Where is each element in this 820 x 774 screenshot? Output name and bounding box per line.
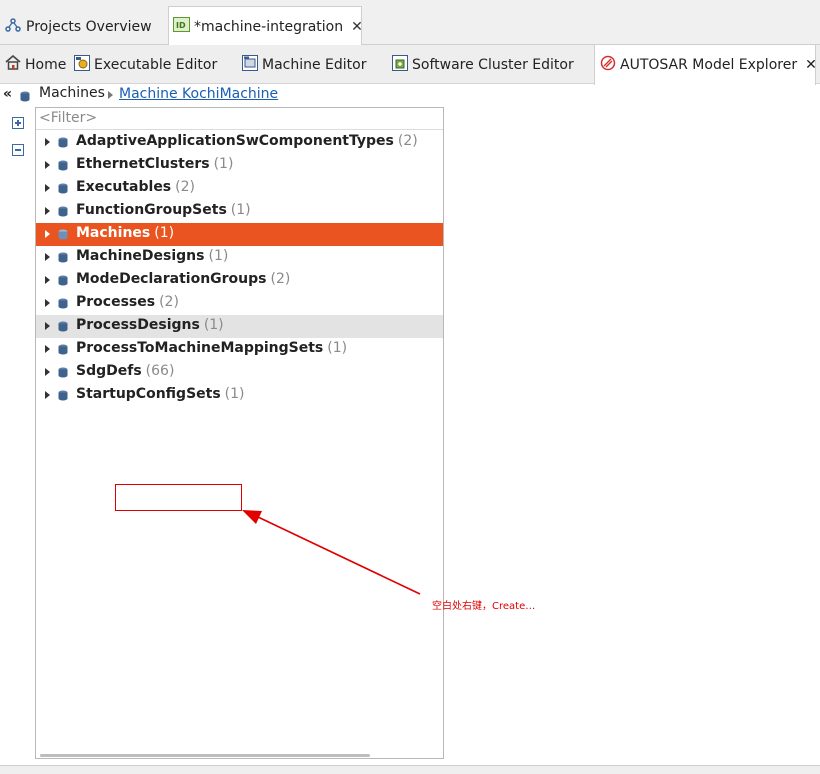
editor-tab-bar: Projects Overview ID *machine-integratio… [0, 0, 820, 46]
close-icon[interactable]: ✕ [351, 19, 363, 35]
expand-arrow-icon[interactable] [45, 276, 50, 284]
annotation-highlight-box [115, 484, 242, 511]
tree-item-label: StartupConfigSets [76, 386, 221, 402]
tab-label: Machine Editor [262, 56, 367, 73]
home-icon [5, 54, 21, 74]
package-icon [58, 252, 68, 263]
model-tree-panel[interactable]: <Filter> AdaptiveApplicationSwComponentT… [35, 107, 444, 759]
expand-arrow-icon[interactable] [45, 299, 50, 307]
package-icon [58, 321, 68, 332]
tree-item-count: (66) [145, 363, 175, 379]
filter-input[interactable]: <Filter> [36, 108, 443, 130]
package-icon [58, 367, 68, 378]
expand-arrow-icon[interactable] [45, 207, 50, 215]
machine-editor-icon [242, 54, 258, 75]
annotation-text: 空白处右键，Create… [432, 601, 536, 612]
executable-editor-icon [74, 54, 90, 75]
tree-item[interactable]: FunctionGroupSets (1) [36, 200, 443, 223]
expand-arrow-icon[interactable] [45, 253, 50, 261]
collapse-left-icon[interactable]: « [3, 86, 12, 102]
collapse-all-icon[interactable] [12, 144, 24, 156]
tab-software-cluster-editor[interactable]: Software Cluster Editor [392, 45, 574, 84]
view-tab-bar: Home Executable Editor Machine Editor So… [0, 45, 820, 85]
tree-item-count: (1) [230, 202, 251, 218]
tree-item-count: (2) [159, 294, 179, 310]
tree-item-label: SdgDefs [76, 363, 142, 379]
expand-arrow-icon[interactable] [45, 230, 50, 238]
package-icon [58, 390, 68, 401]
expand-arrow-icon[interactable] [45, 184, 50, 192]
expand-arrow-icon[interactable] [45, 391, 50, 399]
tree-item[interactable]: MachineDesigns (1) [36, 246, 443, 269]
tree-item[interactable]: Processes (2) [36, 292, 443, 315]
horizontal-scrollbar[interactable] [40, 754, 370, 757]
tab-autosar-model-explorer[interactable]: AUTOSAR Model Explorer ✕ [594, 45, 817, 85]
tree-item[interactable]: ProcessToMachineMappingSets (1) [36, 338, 443, 361]
tree-item-hovered[interactable]: ProcessDesigns (1) [36, 315, 443, 338]
tree-item-count: (2) [270, 271, 291, 287]
tree-item-label: ModeDeclarationGroups [76, 271, 267, 287]
tree-item[interactable]: StartupConfigSets (1) [36, 384, 443, 407]
expand-all-icon[interactable] [12, 117, 24, 129]
tree-item-count: (1) [224, 386, 245, 402]
tree-item-label: Processes [76, 294, 156, 310]
tree-item-count: (2) [397, 133, 418, 149]
package-icon [58, 229, 68, 240]
tree-item-count: (1) [208, 248, 229, 264]
expand-arrow-icon[interactable] [45, 322, 50, 330]
tree-item-count: (1) [203, 317, 224, 333]
package-icon [58, 183, 68, 194]
tab-label: Executable Editor [94, 56, 218, 73]
autosar-icon [600, 55, 616, 75]
package-icon [58, 298, 68, 309]
tree-item-label: MachineDesigns [76, 248, 205, 264]
tree-item[interactable]: EthernetClusters (1) [36, 154, 443, 177]
expand-arrow-icon[interactable] [45, 368, 50, 376]
tree-item-count: (2) [175, 179, 195, 195]
tree-item-label: Executables [76, 179, 172, 195]
tree-item-label: Machines [76, 225, 151, 241]
package-icon [58, 137, 68, 148]
tree-item-label: ProcessToMachineMappingSets [76, 340, 324, 356]
package-icon [58, 160, 68, 171]
tree-item[interactable]: AdaptiveApplicationSwComponentTypes (2) [36, 131, 443, 154]
package-icon [58, 344, 68, 355]
tree-item-label: ProcessDesigns [76, 317, 200, 333]
tab-label: AUTOSAR Model Explorer [620, 57, 798, 73]
tree-item-count: (1) [213, 156, 234, 172]
integration-icon: ID [173, 17, 190, 36]
tree-item[interactable]: SdgDefs (66) [36, 361, 443, 384]
tab-machine-integration[interactable]: ID *machine-integration ✕ [168, 6, 363, 46]
breadcrumb-root[interactable]: Machines [39, 85, 105, 101]
tab-executable-editor[interactable]: Executable Editor [74, 45, 217, 84]
tab-projects-overview[interactable]: Projects Overview [0, 8, 166, 45]
tab-label: Projects Overview [26, 18, 152, 35]
tab-home[interactable]: Home [5, 45, 66, 84]
breadcrumb-separator-icon [108, 91, 113, 99]
tree-item-selected[interactable]: Machines (1) [36, 223, 443, 246]
tree-item-count: (1) [154, 225, 175, 241]
tab-label: *machine-integration [194, 18, 344, 35]
close-icon[interactable]: ✕ [805, 57, 817, 73]
tree-item[interactable]: ModeDeclarationGroups (2) [36, 269, 443, 292]
package-icon [58, 275, 68, 286]
tree-item-label: FunctionGroupSets [76, 202, 227, 218]
tree-item[interactable]: Executables (2) [36, 177, 443, 200]
expand-arrow-icon[interactable] [45, 161, 50, 169]
expand-arrow-icon[interactable] [45, 138, 50, 146]
projects-overview-icon [4, 17, 22, 37]
tab-machine-editor[interactable]: Machine Editor [242, 45, 367, 84]
package-icon [58, 206, 68, 217]
tree-item-label: EthernetClusters [76, 156, 210, 172]
breadcrumb-link[interactable]: Machine KochiMachine [119, 86, 278, 102]
tab-label: Home [25, 56, 67, 73]
package-icon [20, 90, 30, 106]
tree-item-label: AdaptiveApplicationSwComponentTypes [76, 133, 394, 149]
svg-text:ID: ID [176, 21, 186, 30]
expand-arrow-icon[interactable] [45, 345, 50, 353]
software-cluster-editor-icon [392, 54, 408, 75]
tree-item-count: (1) [327, 340, 348, 356]
breadcrumb: « Machines Machine KochiMachine [0, 84, 820, 106]
tab-label: Software Cluster Editor [412, 56, 574, 73]
